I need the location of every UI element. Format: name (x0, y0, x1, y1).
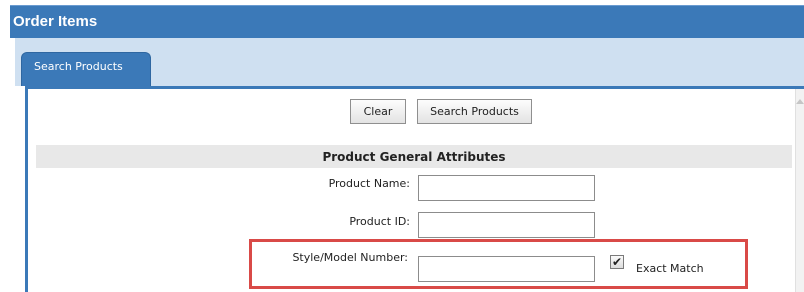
tab-search-products[interactable]: Search Products (21, 52, 151, 86)
style-model-field[interactable] (418, 256, 595, 282)
product-id-field[interactable] (418, 212, 595, 238)
section-title: Product General Attributes (322, 149, 506, 164)
section-header: Product General Attributes (36, 145, 792, 168)
style-model-label: Style/Model Number: (292, 251, 408, 264)
product-name-label: Product Name: (328, 177, 410, 190)
exact-match-checkbox[interactable]: ✔ (610, 255, 624, 269)
window-title: Order Items (13, 13, 98, 30)
tab-label: Search Products (34, 60, 123, 73)
vertical-scrollbar[interactable] (795, 89, 804, 292)
clear-button[interactable]: Clear (350, 99, 406, 124)
window-title-bar: Order Items (10, 5, 804, 38)
product-id-label: Product ID: (349, 215, 410, 228)
scroll-up-arrow-icon[interactable] (796, 99, 804, 104)
search-products-button[interactable]: Search Products (417, 99, 532, 124)
product-name-field[interactable] (418, 175, 595, 201)
exact-match-label: Exact Match (636, 262, 704, 275)
